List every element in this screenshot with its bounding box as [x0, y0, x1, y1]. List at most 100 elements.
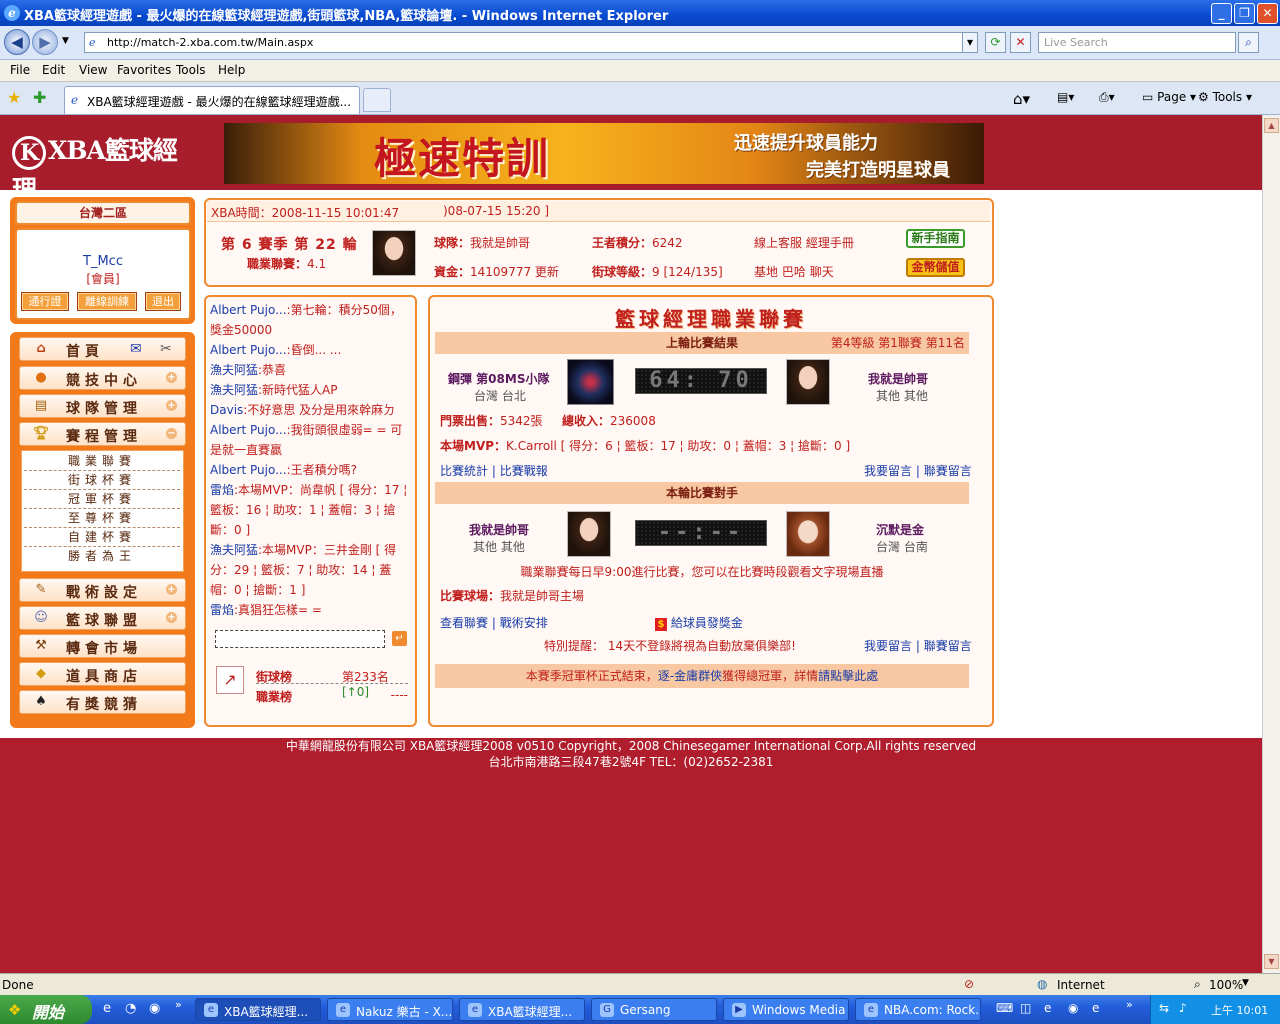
mail-icon[interactable]: ✉: [130, 341, 142, 357]
submenu-winner[interactable]: 勝者為王: [24, 547, 180, 566]
clock[interactable]: 上午 10:01: [1211, 1002, 1268, 1018]
menu-favorites[interactable]: Favorites: [117, 63, 171, 77]
chat-send-icon[interactable]: ↵: [392, 631, 407, 646]
maximize-button[interactable]: ❐: [1234, 3, 1255, 24]
submenu-pro-league[interactable]: 職業聯賽: [24, 452, 180, 471]
submenu-champion-cup[interactable]: 冠軍杯賽: [24, 490, 180, 509]
nav-alliance[interactable]: ☺ 籃球聯盟 +: [19, 606, 186, 630]
zoom-level[interactable]: 100%: [1209, 978, 1243, 992]
quicklaunch-app-icon[interactable]: ◔: [125, 1001, 136, 1016]
tab-current[interactable]: e XBA籃球經理遊戲 - 最火爆的在線籃球經理遊戲...: [64, 86, 360, 114]
beginner-guide-button[interactable]: 新手指南: [906, 229, 965, 248]
promo-banner[interactable]: 極速特訓 迅速提升球員能力 完美打造明星球員: [224, 123, 984, 184]
logout-button[interactable]: 退出: [145, 292, 181, 311]
chat-sender[interactable]: 漁夫阿猛: [210, 363, 258, 377]
favorites-star-icon[interactable]: ★: [7, 88, 21, 107]
close-button[interactable]: ✕: [1257, 3, 1278, 24]
chat-sender[interactable]: Albert Pujo...: [210, 343, 287, 357]
base-link[interactable]: 基地: [754, 265, 778, 279]
start-button[interactable]: ❖ 開始: [0, 995, 92, 1024]
nav-team[interactable]: ▤ 球隊管理 +: [19, 394, 186, 418]
chat-sender[interactable]: Albert Pujo...: [210, 303, 287, 317]
task-nba[interactable]: e NBA.com: Rock...: [855, 998, 981, 1021]
address-dropdown-icon[interactable]: ▾: [962, 32, 978, 53]
nav-guess[interactable]: ♠ 有獎競猜: [19, 690, 186, 714]
page-menu[interactable]: ▭ Page ▾: [1142, 90, 1196, 104]
tray-app-icon[interactable]: ◫: [1020, 1001, 1031, 1015]
home-icon[interactable]: ⌂▾: [1013, 90, 1030, 108]
minimize-button[interactable]: _: [1211, 3, 1232, 24]
chat-sender[interactable]: 雷焰: [210, 483, 234, 497]
chat-sender[interactable]: 漁夫阿猛: [210, 543, 258, 557]
menu-view[interactable]: View: [79, 63, 107, 77]
away-team-name[interactable]: 我就是帥哥: [868, 370, 928, 387]
bahamut-link[interactable]: 巴哈: [782, 265, 806, 279]
search-input[interactable]: Live Search: [1038, 32, 1236, 53]
zoom-dropdown-icon[interactable]: ▼: [1242, 978, 1249, 988]
vertical-scrollbar[interactable]: ▲ ▼: [1262, 115, 1280, 973]
chat-sender[interactable]: 雷焰: [210, 603, 234, 617]
view-league-link[interactable]: 查看聯賽: [440, 616, 488, 630]
menu-tools[interactable]: Tools: [176, 63, 206, 77]
chat-sender[interactable]: Albert Pujo...: [210, 423, 287, 437]
tools-cross-icon[interactable]: ✂: [160, 341, 172, 357]
tray-media-icon[interactable]: ◉: [1068, 1001, 1078, 1015]
nav-transfer[interactable]: ⚒ 轉會市場: [19, 634, 186, 658]
new-tab-button[interactable]: [363, 88, 391, 112]
league-message-link[interactable]: 聯賽留言: [924, 639, 972, 653]
print-icon[interactable]: ⎙▾: [1099, 90, 1115, 105]
leave-message-link[interactable]: 我要留言: [864, 464, 912, 478]
nav-schedule[interactable]: 🏆︎ 賽程管理 −: [19, 422, 186, 446]
champion-team-link[interactable]: 逐-金庸群俠: [658, 669, 722, 683]
customer-service-link[interactable]: 線上客服: [754, 236, 802, 250]
refresh-funds-link[interactable]: 更新: [535, 265, 559, 279]
history-dropdown-icon[interactable]: ▼: [62, 36, 69, 46]
menu-edit[interactable]: Edit: [42, 63, 65, 77]
quicklaunch-media-icon[interactable]: ◉: [149, 1001, 160, 1016]
news-ticker[interactable]: )08-07-15 15:20 ]: [443, 204, 549, 218]
site-logo[interactable]: K XBA籃球經理: [12, 131, 196, 204]
match-stats-link[interactable]: 比賽統計: [440, 464, 488, 478]
task-gersang[interactable]: G Gersang: [591, 998, 717, 1021]
tray-keyboard-icon[interactable]: ⌨: [996, 1001, 1013, 1015]
next-home-team[interactable]: 我就是帥哥: [469, 521, 529, 538]
manager-manual-link[interactable]: 經理手冊: [806, 236, 854, 250]
submenu-custom-cup[interactable]: 自建杯賽: [24, 528, 180, 547]
chat-sender[interactable]: Albert Pujo...: [210, 463, 287, 477]
chat-sender[interactable]: Davis: [210, 403, 243, 417]
offline-training-button[interactable]: 離線訓練: [77, 292, 137, 311]
scroll-up-icon[interactable]: ▲: [1264, 118, 1279, 133]
gold-topup-button[interactable]: 金幣儲值: [906, 258, 965, 277]
pro-ranking[interactable]: 職業榜 ----: [256, 688, 408, 705]
submenu-street-cup[interactable]: 街球杯賽: [24, 471, 180, 490]
protected-mode-icon[interactable]: ⊘: [964, 977, 974, 991]
nav-tactics[interactable]: ✎ 戰術設定 +: [19, 578, 186, 602]
next-away-team[interactable]: 沉默是金: [876, 521, 924, 538]
tactics-link[interactable]: 戰術安排: [500, 616, 548, 630]
nav-compete[interactable]: ● 競技中心 +: [19, 366, 186, 390]
address-input[interactable]: e http://match-2.xba.com.tw/Main.aspx: [84, 32, 978, 53]
menu-file[interactable]: File: [10, 63, 30, 77]
tray-volume-icon[interactable]: ♪: [1179, 1001, 1187, 1015]
match-report-link[interactable]: 比賽戰報: [500, 464, 548, 478]
tray-ie-icon[interactable]: e: [1044, 1001, 1051, 1015]
league-message-link[interactable]: 聯賽留言: [924, 464, 972, 478]
task-nakuz[interactable]: e Nakuz 樂古 - X...: [327, 998, 453, 1021]
back-button[interactable]: ◀: [4, 29, 30, 55]
chat-sender[interactable]: 漁夫阿猛: [210, 383, 258, 397]
passport-button[interactable]: 通行證: [21, 292, 69, 311]
menu-help[interactable]: Help: [218, 63, 245, 77]
tray-network-icon[interactable]: ⇆: [1159, 1001, 1169, 1015]
quicklaunch-ie-icon[interactable]: e: [103, 1001, 111, 1016]
street-ranking[interactable]: 街球榜 第233名[↑0]: [256, 668, 408, 699]
nav-home[interactable]: ⌂ 首頁 ✉ ✂: [19, 337, 186, 361]
leave-message-link[interactable]: 我要留言: [864, 639, 912, 653]
tray-more-icon[interactable]: »: [1126, 998, 1133, 1011]
forward-button[interactable]: ▶: [32, 29, 58, 55]
task-xba-1[interactable]: e XBA籃球經理...: [195, 998, 321, 1021]
tray-ie2-icon[interactable]: e: [1092, 1001, 1099, 1015]
refresh-icon[interactable]: ⟳: [985, 32, 1006, 53]
stop-icon[interactable]: ✕: [1010, 32, 1031, 53]
task-xba-2[interactable]: e XBA籃球經理...: [459, 998, 585, 1021]
add-favorite-icon[interactable]: ✚: [33, 88, 46, 107]
